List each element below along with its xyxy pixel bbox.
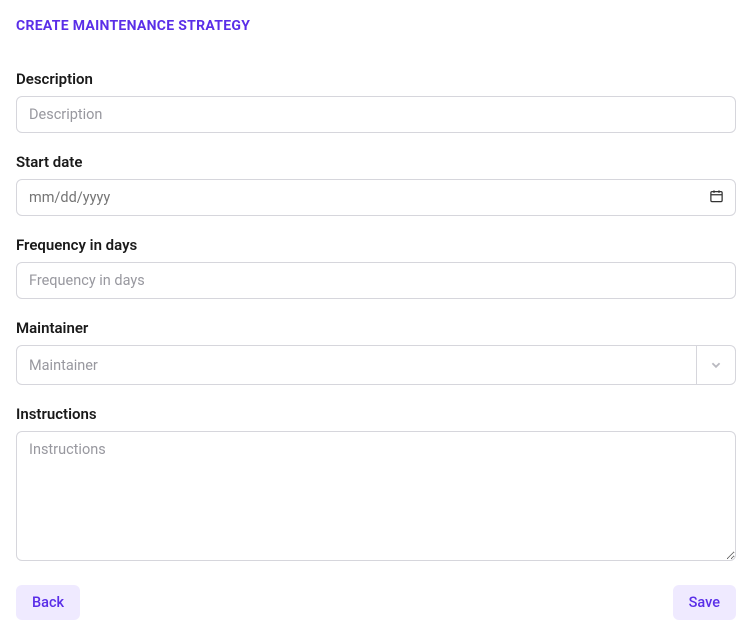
maintainer-placeholder: Maintainer: [17, 348, 696, 383]
frequency-group: Frequency in days: [16, 236, 736, 299]
chevron-down-icon: [696, 346, 735, 384]
save-button[interactable]: Save: [673, 585, 736, 620]
start-date-label: Start date: [16, 153, 736, 171]
back-button[interactable]: Back: [16, 585, 80, 620]
description-group: Description: [16, 70, 736, 133]
description-input[interactable]: [16, 96, 736, 133]
instructions-textarea[interactable]: [16, 431, 736, 561]
instructions-label: Instructions: [16, 405, 736, 423]
maintainer-label: Maintainer: [16, 319, 736, 337]
frequency-label: Frequency in days: [16, 236, 736, 254]
frequency-input[interactable]: [16, 262, 736, 299]
page-title: CREATE MAINTENANCE STRATEGY: [16, 18, 736, 34]
start-date-group: Start date: [16, 153, 736, 216]
instructions-group: Instructions: [16, 405, 736, 565]
maintainer-group: Maintainer Maintainer: [16, 319, 736, 385]
maintainer-select[interactable]: Maintainer: [16, 345, 736, 385]
description-label: Description: [16, 70, 736, 88]
start-date-input[interactable]: [16, 179, 736, 216]
button-row: Back Save: [16, 585, 736, 620]
